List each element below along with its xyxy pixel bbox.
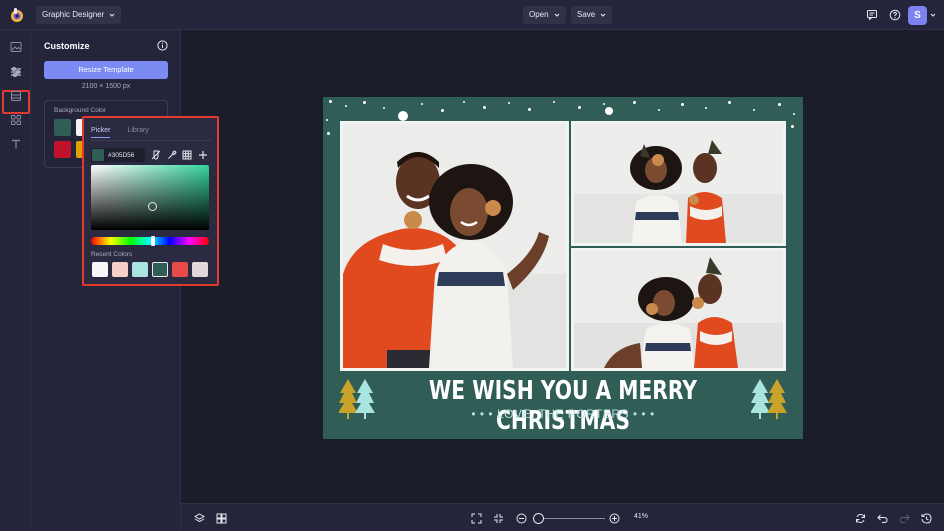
recent-color-swatch[interactable] <box>92 262 108 277</box>
chevron-down-icon <box>600 13 606 17</box>
sliders-icon[interactable] <box>8 64 24 80</box>
background-color-label: Background Color <box>54 107 107 114</box>
save-button[interactable]: Save <box>571 6 613 24</box>
saturation-brightness-field[interactable] <box>91 165 209 230</box>
top-bar: Graphic Designer Open Save S <box>0 0 944 30</box>
couple-party-photo-1 <box>574 124 783 243</box>
chevron-down-icon <box>109 13 115 17</box>
design-card[interactable]: WE WISH YOU A MERRY CHRISTMAS • • • LOVE… <box>323 97 803 439</box>
background-swatch-current[interactable] <box>54 119 71 136</box>
recent-color-swatch[interactable] <box>132 262 148 277</box>
tool-rail <box>0 30 31 531</box>
color-picker-popover: Picker Library #305D56 Recent Colors <box>82 116 219 286</box>
comments-icon[interactable] <box>864 7 880 23</box>
background-swatch[interactable] <box>54 141 71 158</box>
grid-icon[interactable] <box>181 149 192 160</box>
undo-icon[interactable] <box>875 511 889 525</box>
tab-picker[interactable]: Picker <box>91 127 111 138</box>
open-button[interactable]: Open <box>523 6 566 24</box>
zoom-out-icon[interactable] <box>514 511 528 525</box>
redo-icon[interactable] <box>897 511 911 525</box>
app-mode-dropdown[interactable]: Graphic Designer <box>36 6 122 24</box>
save-label: Save <box>577 10 596 19</box>
bottom-toolbar: 41% <box>181 503 944 531</box>
add-color-icon[interactable] <box>197 149 208 160</box>
recent-color-swatch-selected[interactable] <box>152 262 168 277</box>
refresh-icon[interactable] <box>853 511 867 525</box>
chevron-down-icon[interactable] <box>930 12 936 18</box>
hex-input[interactable]: #305D56 <box>91 148 145 162</box>
recent-colors-label: Recent Colors <box>91 251 133 258</box>
text-icon[interactable] <box>8 136 24 152</box>
recent-color-swatch[interactable] <box>112 262 128 277</box>
hex-value: #305D56 <box>108 151 135 159</box>
design-headline[interactable]: WE WISH YOU A MERRY CHRISTMAS <box>376 376 750 436</box>
tab-library[interactable]: Library <box>127 127 148 138</box>
image-icon[interactable] <box>8 39 24 55</box>
design-subline[interactable]: • • • LOVE, THE PORTERS • • • <box>323 407 803 421</box>
info-icon[interactable] <box>157 40 168 51</box>
zoom-in-icon[interactable] <box>607 511 621 525</box>
tab-divider <box>91 140 211 141</box>
zoom-level-text[interactable]: 41% <box>628 513 654 520</box>
befunky-logo-icon[interactable] <box>8 6 26 24</box>
hue-slider[interactable] <box>91 236 209 246</box>
help-icon[interactable] <box>887 7 903 23</box>
open-label: Open <box>529 10 549 19</box>
layers-icon[interactable] <box>192 511 206 525</box>
history-icon[interactable] <box>919 511 933 525</box>
couple-party-photo-2 <box>574 251 783 368</box>
photo-frame-top-right[interactable] <box>571 121 786 246</box>
grid-view-icon[interactable] <box>214 511 228 525</box>
app-mode-label: Graphic Designer <box>42 10 105 19</box>
saturation-thumb[interactable] <box>148 202 157 211</box>
zoom-slider-thumb[interactable] <box>533 513 544 524</box>
recent-color-swatch[interactable] <box>172 262 188 277</box>
fit-screen-icon[interactable] <box>469 511 483 525</box>
resize-template-button[interactable]: Resize Template <box>44 61 168 79</box>
elements-icon[interactable] <box>8 112 24 128</box>
no-color-icon[interactable] <box>150 149 161 160</box>
eyedropper-icon[interactable] <box>166 149 177 160</box>
photo-frame-bottom-right[interactable] <box>571 248 786 371</box>
hue-slider-thumb[interactable] <box>151 236 155 246</box>
hex-swatch <box>92 149 104 161</box>
layout-icon[interactable] <box>8 88 24 104</box>
picker-tabs: Picker Library <box>91 127 149 138</box>
user-avatar[interactable]: S <box>908 6 927 25</box>
actual-size-icon[interactable] <box>491 511 505 525</box>
panel-title: Customize <box>44 41 90 51</box>
recent-color-swatch[interactable] <box>192 262 208 277</box>
photo-frame-main[interactable] <box>340 121 569 371</box>
couple-photo <box>343 124 566 368</box>
template-size-text: 2100 × 1500 px <box>81 83 131 90</box>
chevron-down-icon <box>554 13 559 17</box>
